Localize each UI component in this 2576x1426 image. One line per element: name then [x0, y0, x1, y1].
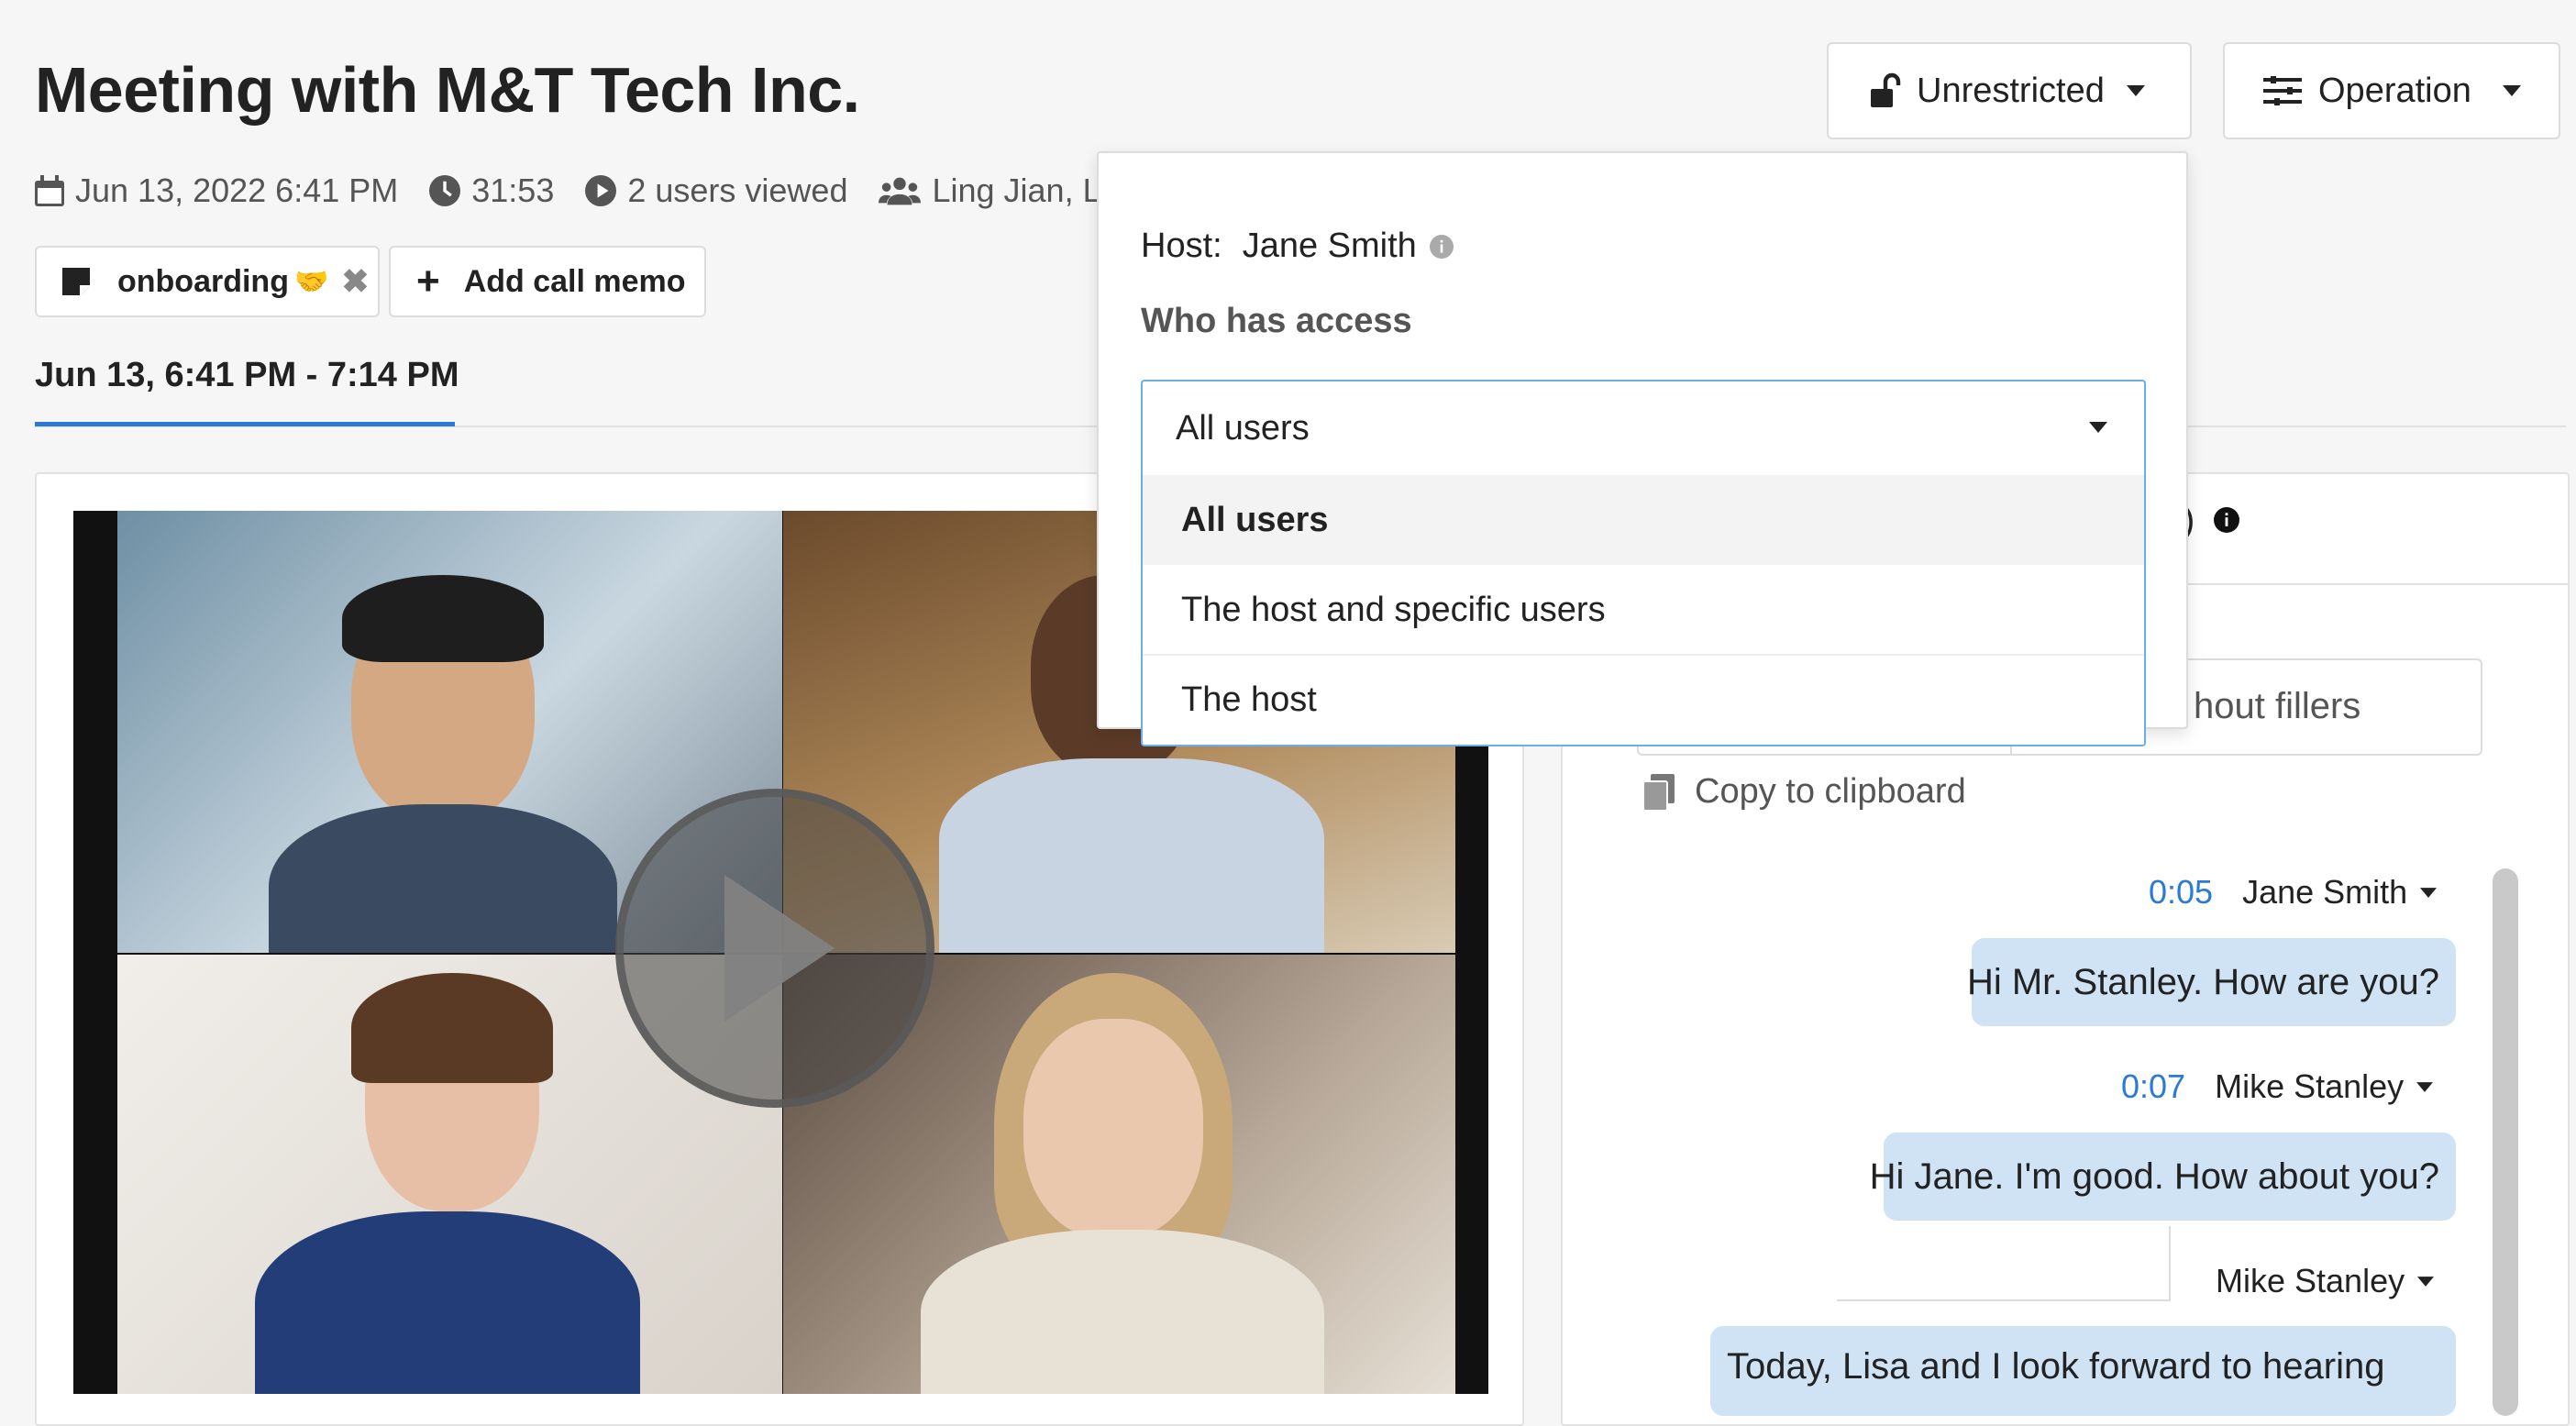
host-row: Host: Jane Smith: [1141, 227, 1454, 266]
info-icon: [1429, 234, 1454, 259]
add-memo-label: Add call memo: [463, 263, 686, 299]
operation-button-label: Operation: [2318, 71, 2471, 110]
speaker-name[interactable]: Jane Smith: [2242, 873, 2407, 912]
clock-icon: [429, 175, 461, 206]
caret-down-icon: [2126, 85, 2145, 96]
meeting-date: Jun 13, 2022 6:41 PM: [75, 171, 399, 209]
plus-icon: +: [416, 259, 440, 304]
timestamp-link[interactable]: 0:05: [2149, 873, 2213, 912]
caret-down-icon: [2089, 422, 2107, 433]
without-fillers-toggle[interactable]: hout fillers: [2194, 686, 2360, 727]
play-icon: [724, 875, 835, 1022]
operation-dropdown-button[interactable]: Operation: [2223, 42, 2560, 139]
caret-down-icon: [2502, 85, 2521, 96]
tab-call-segment[interactable]: Jun 13, 6:41 PM - 7:14 PM: [35, 356, 459, 395]
tab-active-indicator: [35, 422, 455, 426]
transcript-speaker-row: Mike Stanley: [2216, 1262, 2435, 1300]
meeting-meta: Jun 13, 2022 6:41 PM 31:53 2 users viewe…: [35, 167, 1175, 215]
transcript-speaker-row: 0:05 Jane Smith: [2149, 873, 2438, 912]
copy-to-clipboard-button[interactable]: Copy to clipboard: [1643, 772, 1966, 812]
users-icon: [879, 177, 922, 205]
access-option-host[interactable]: The host: [1143, 655, 2144, 745]
tag-chip-onboarding[interactable]: onboarding 🤝 ✖: [35, 246, 380, 317]
hover-card-edge: [1837, 1226, 2171, 1301]
add-call-memo-button[interactable]: + Add call memo: [389, 246, 706, 317]
unlock-icon: [1867, 72, 1904, 109]
view-count: 2 users viewed: [627, 171, 848, 209]
speaker-name[interactable]: Mike Stanley: [2216, 1262, 2405, 1300]
handshake-emoji: 🤝: [293, 266, 329, 297]
play-button[interactable]: [615, 789, 934, 1108]
caret-down-icon: [2420, 887, 2438, 898]
play-circle-icon: [585, 175, 617, 206]
transcript-message: Hi Mr. Stanley. How are you?: [1967, 938, 2456, 1026]
host-label: Host:: [1141, 227, 1222, 265]
access-select[interactable]: All users All users The host and specifi…: [1141, 380, 2146, 746]
page-title: Meeting with M&T Tech Inc.: [35, 54, 860, 126]
transcript-speaker-row: 0:07 Mike Stanley: [2121, 1067, 2434, 1106]
access-select-value: All users: [1176, 409, 1310, 448]
access-option-all-users[interactable]: All users: [1143, 475, 2144, 565]
transcript-message: Hi Jane. I'm good. How about you?: [1870, 1133, 2456, 1221]
info-icon: [2214, 507, 2239, 533]
access-option-host-and-specific-users[interactable]: The host and specific users: [1143, 565, 2144, 655]
sliders-icon: [2263, 74, 2302, 107]
tag-label: onboarding: [117, 263, 289, 299]
transcript-message: Today, Lisa and I look forward to hearin…: [1710, 1326, 2456, 1416]
meeting-duration: 31:53: [471, 171, 555, 209]
transcript-scrollbar[interactable]: [2493, 868, 2518, 1416]
copy-label: Copy to clipboard: [1695, 772, 1966, 811]
calendar-icon: [35, 175, 64, 206]
access-button-label: Unrestricted: [1917, 71, 2105, 110]
speaker-name[interactable]: Mike Stanley: [2215, 1067, 2404, 1106]
access-popover: Host: Jane Smith Who has access All user…: [1097, 151, 2188, 746]
timestamp-link[interactable]: 0:07: [2121, 1067, 2185, 1106]
remove-tag-icon[interactable]: ✖: [341, 262, 369, 301]
access-dropdown-button[interactable]: Unrestricted: [1827, 42, 2192, 139]
copy-icon: [1643, 773, 1675, 811]
caret-down-icon: [2417, 1276, 2435, 1287]
host-name: Jane Smith: [1242, 227, 1417, 265]
caret-down-icon: [2416, 1081, 2434, 1092]
who-has-access-label: Who has access: [1141, 302, 1412, 340]
sticky-note-icon: [62, 268, 90, 295]
